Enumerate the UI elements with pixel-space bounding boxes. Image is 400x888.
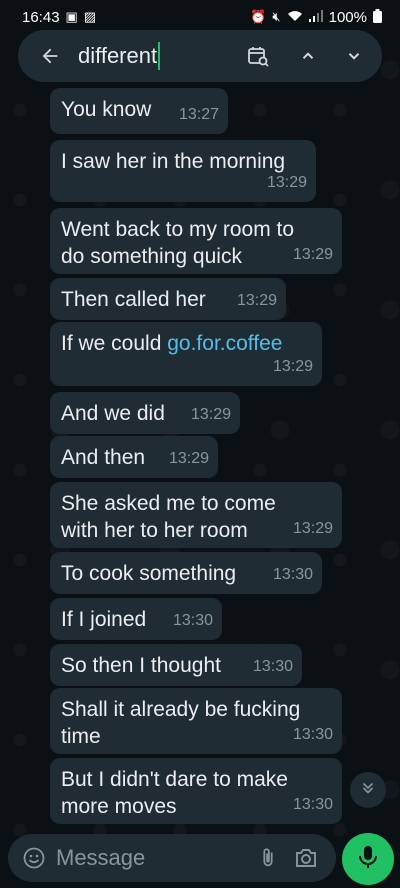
message-bubble[interactable]: Then called her 13:29 (50, 278, 286, 320)
message-text-line: She asked me to come (61, 492, 276, 515)
message-text: If I joined (61, 608, 147, 631)
message-bubble[interactable]: She asked me to come with her to her roo… (50, 482, 342, 548)
mic-button[interactable] (342, 833, 394, 885)
message-time: 13:29 (236, 292, 277, 309)
message-time: 13:30 (252, 658, 293, 675)
message-text: And then (61, 446, 146, 469)
message-text-line: Went back to my room to (61, 218, 295, 241)
notification-icon: ▣ (65, 9, 78, 24)
message-text-line: with her to her room (61, 519, 248, 542)
camera-icon[interactable] (286, 838, 326, 878)
message-link[interactable]: go.for.coffee (167, 332, 282, 355)
search-input[interactable]: different (70, 42, 238, 70)
message-text: And we did (61, 402, 165, 425)
message-composer: Message (8, 834, 336, 882)
message-text-line: But I didn't dare to make (61, 768, 288, 791)
message-bubble[interactable]: So then I thought 13:30 (50, 644, 302, 686)
mic-icon (357, 844, 379, 875)
message-input[interactable]: Message (50, 845, 250, 871)
message-time: 13:30 (272, 566, 313, 583)
message-bubble[interactable]: If I joined 13:30 (50, 598, 222, 640)
status-left: 16:43 ▣ ▨ (22, 9, 96, 26)
chevron-up-icon[interactable] (288, 36, 328, 76)
message-time: 13:30 (292, 726, 333, 743)
signal-icon (308, 9, 323, 25)
message-bubble[interactable]: Shall it already be fucking time 13:30 (50, 688, 342, 754)
message-time: 13:29 (272, 358, 313, 375)
message-text-line: do something quick (61, 245, 242, 268)
text-cursor (158, 42, 161, 70)
message-text-line: Shall it already be fucking (61, 698, 301, 721)
message-time: 13:30 (292, 796, 333, 813)
status-time: 16:43 (22, 8, 60, 26)
message-time: 13:29 (292, 246, 333, 263)
battery-percent: 100% (328, 8, 367, 26)
message-text: To cook something (61, 562, 237, 585)
message-time: 13:30 (172, 612, 213, 629)
scroll-down-icon (359, 779, 377, 802)
alarm-icon: ⏰ (250, 9, 267, 24)
message-bubble[interactable]: And then 13:29 (50, 436, 218, 478)
message-text: I saw her in the morning (61, 150, 286, 173)
message-bubble[interactable]: If we could go.for.coffee 13:29 (50, 322, 322, 386)
message-bubble[interactable]: You know 13:27 (50, 88, 228, 134)
message-text-line: time (61, 725, 101, 748)
calendar-search-icon[interactable] (238, 36, 278, 76)
message-time: 13:29 (168, 450, 209, 467)
status-right: ⏰ 🔇︎ 100% (250, 8, 382, 26)
message-bubble[interactable]: I saw her in the morning 13:29 (50, 140, 316, 202)
message-time: 13:29 (190, 406, 231, 423)
wifi-icon (287, 10, 303, 25)
battery-icon (373, 8, 382, 26)
message-text: So then I thought (61, 654, 221, 677)
message-text: You know (61, 98, 152, 121)
attach-icon[interactable] (250, 838, 286, 878)
scroll-down-button[interactable] (350, 772, 386, 808)
emoji-icon[interactable] (18, 838, 50, 878)
search-query: different (78, 43, 158, 68)
chevron-down-icon[interactable] (334, 36, 374, 76)
message-text: If we could (61, 332, 168, 355)
image-icon: ▨ (83, 9, 97, 24)
mute-icon: 🔇︎ (272, 9, 281, 24)
back-arrow-icon[interactable] (30, 36, 70, 76)
message-bubble[interactable]: And we did 13:29 (50, 392, 240, 434)
search-bar: different (18, 30, 382, 82)
message-time: 13:29 (292, 520, 333, 537)
message-time: 13:29 (266, 174, 307, 191)
message-text: Then called her (61, 288, 206, 311)
status-bar: 16:43 ▣ ▨ ⏰ 🔇︎ 100% (0, 0, 400, 34)
message-bubble[interactable]: But I didn't dare to make more moves 13:… (50, 758, 342, 824)
message-time: 13:27 (178, 106, 219, 123)
message-bubble[interactable]: To cook something 13:30 (50, 552, 322, 594)
message-bubble[interactable]: Went back to my room to do something qui… (50, 208, 342, 274)
message-text-line: more moves (61, 795, 177, 818)
